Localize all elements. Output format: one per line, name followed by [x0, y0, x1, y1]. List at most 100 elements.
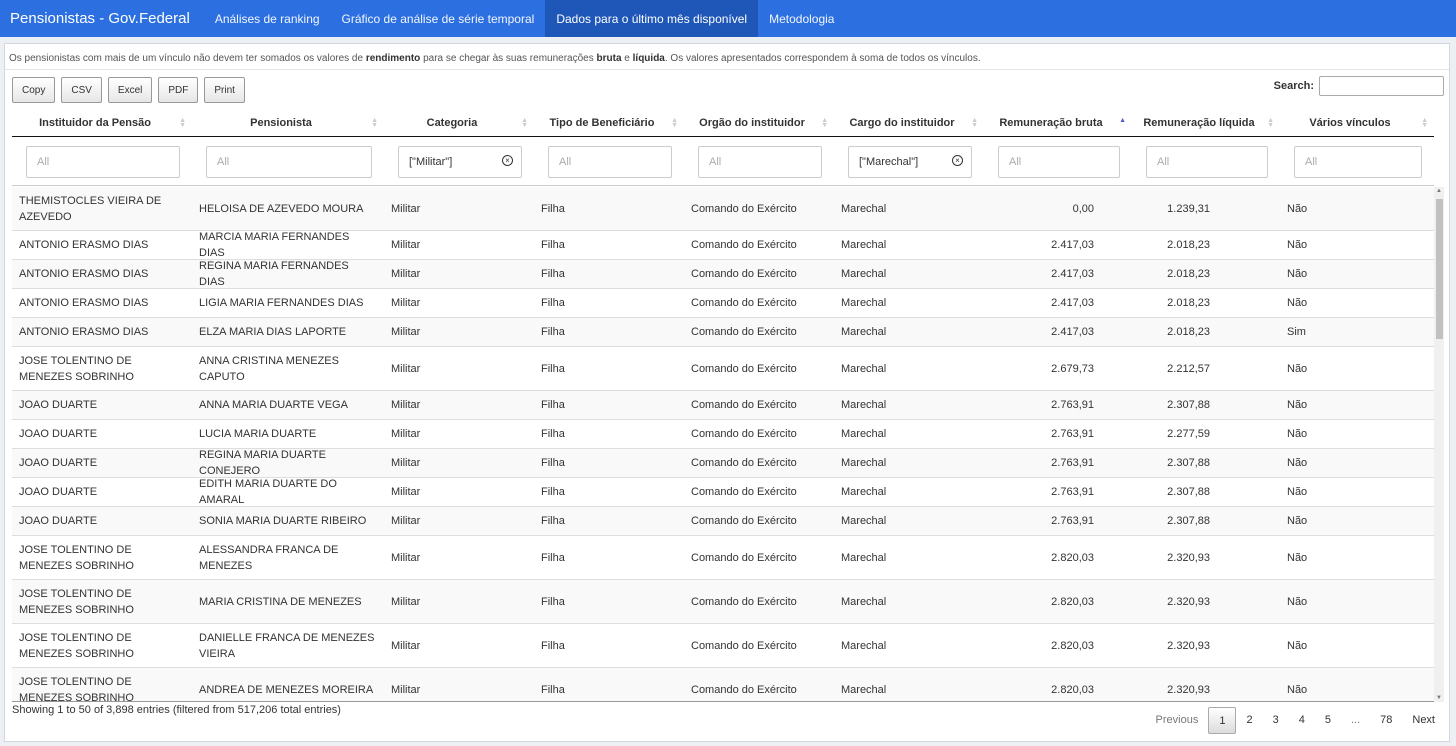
page-button[interactable]: 78: [1370, 707, 1402, 734]
search-box: Search:: [1274, 76, 1444, 96]
table-row[interactable]: ANTONIO ERASMO DIAS ELZA MARIA DIAS LAPOR…: [12, 318, 1434, 347]
cell-remuneracao-liquida: 2.018,23: [1167, 268, 1210, 280]
table-row[interactable]: JOAO DUARTE LUCIA MARIA DUARTE Militar Filh…: [12, 420, 1434, 449]
export-buttons: Copy CSV Excel PDF Print: [12, 77, 245, 103]
pdf-button[interactable]: PDF: [158, 77, 199, 103]
column-header-cargo[interactable]: Cargo do instituidor ▲ ▼: [834, 110, 984, 136]
cell-categoria: Militar: [391, 326, 421, 338]
cell-orgao: Comando do Exército: [691, 297, 797, 309]
cell-cargo: Marechal: [841, 515, 887, 527]
table-body[interactable]: THEMISTOCLES VIEIRA DE AZEVEDO HELOISA DE…: [12, 187, 1434, 702]
cell-tipo-beneficiario: Filha: [541, 268, 565, 280]
filter-input-remuneracao-bruta[interactable]: All: [998, 146, 1120, 178]
table-row[interactable]: JOAO DUARTE ANNA MARIA DUARTE VEGA Militar…: [12, 391, 1434, 420]
cell-remuneracao-bruta: 2.763,91: [1051, 457, 1094, 469]
table-row[interactable]: JOSE TOLENTINO DE MENEZES SOBRINHO ANNA C…: [12, 347, 1434, 391]
sort-icon[interactable]: ▲ ▼: [1267, 117, 1274, 129]
column-header-pensionista[interactable]: Pensionista ▲ ▼: [192, 110, 384, 136]
sort-icon[interactable]: ▲ ▼: [671, 117, 678, 129]
cell-cargo: Marechal: [841, 239, 887, 251]
next-page-button[interactable]: Next: [1402, 707, 1445, 734]
filter-input-varios-vinculos[interactable]: All: [1294, 146, 1422, 178]
column-header-label: Remuneração líquida: [1143, 117, 1255, 129]
cell-instituidor: JOSE TOLENTINO DE MENEZES SOBRINHO: [19, 675, 134, 702]
table-row[interactable]: ANTONIO ERASMO DIAS LIGIA MARIA FERNANDES…: [12, 289, 1434, 318]
cell-categoria: Militar: [391, 362, 421, 375]
filter-input-cargo[interactable]: ["Marechal"] ×: [848, 146, 972, 178]
tab-grafico-serie-temporal[interactable]: Gráfico de análise de série temporal: [331, 0, 546, 37]
table-row[interactable]: JOAO DUARTE SONIA MARIA DUARTE RIBEIRO Mil…: [12, 507, 1434, 536]
scroll-thumb[interactable]: [1436, 199, 1443, 339]
table-row[interactable]: ANTONIO ERASMO DIAS MARCIA MARIA FERNANDE…: [12, 231, 1434, 260]
column-header-varios-vinculos[interactable]: Vários vínculos ▲ ▼: [1280, 110, 1434, 136]
cell-instituidor: JOSE TOLENTINO DE MENEZES SOBRINHO: [19, 631, 134, 660]
cell-orgao: Comando do Exército: [691, 326, 797, 338]
clear-filter-icon[interactable]: ×: [502, 155, 513, 166]
table-scrollbar[interactable]: ▲ ▼: [1434, 187, 1444, 702]
filter-input-remuneracao-liquida[interactable]: All: [1146, 146, 1268, 178]
app-title[interactable]: Pensionistas - Gov.Federal: [0, 0, 204, 37]
column-header-instituidor[interactable]: Instituidor da Pensão ▲ ▼: [12, 110, 192, 136]
table-row[interactable]: THEMISTOCLES VIEIRA DE AZEVEDO HELOISA DE…: [12, 187, 1434, 231]
cell-pensionista: LIGIA MARIA FERNANDES DIAS: [199, 297, 364, 309]
cell-categoria: Militar: [391, 595, 421, 608]
tab-dados-ultimo-mes[interactable]: Dados para o último mês disponível: [545, 0, 759, 37]
table-row[interactable]: ANTONIO ERASMO DIAS REGINA MARIA FERNANDE…: [12, 260, 1434, 289]
filter-input-categoria[interactable]: ["Militar"] ×: [398, 146, 522, 178]
previous-page-button[interactable]: Previous: [1146, 707, 1209, 734]
page-button[interactable]: 5: [1315, 707, 1341, 734]
page-button[interactable]: 2: [1236, 707, 1262, 734]
note-text: Os pensionistas com mais de um vínculo n…: [9, 53, 366, 64]
column-header-label: Tipo de Beneficiário: [549, 117, 655, 129]
filter-input-tipo-beneficiario[interactable]: All: [548, 146, 672, 178]
filter-input-orgao[interactable]: All: [698, 146, 822, 178]
cell-varios-vinculos: Não: [1287, 428, 1308, 440]
table-row[interactable]: JOSE TOLENTINO DE MENEZES SOBRINHO ANDREA…: [12, 668, 1434, 702]
column-header-remuneracao-bruta[interactable]: Remuneração bruta ▲: [984, 110, 1132, 136]
tab-metodologia[interactable]: Metodologia: [758, 0, 845, 37]
column-filters: All All ["Militar"] × All All ["Marechal"] × All…: [12, 137, 1434, 186]
column-header-remuneracao-liquida[interactable]: Remuneração líquida ▲ ▼: [1132, 110, 1280, 136]
table-row[interactable]: JOAO DUARTE EDITH MARIA DUARTE DO AMARAL M…: [12, 478, 1434, 507]
sort-icon[interactable]: ▲ ▼: [521, 117, 528, 129]
tab-analises-ranking[interactable]: Análises de ranking: [204, 0, 331, 37]
sort-icon[interactable]: ▲ ▼: [179, 117, 186, 129]
sort-icon[interactable]: ▲ ▼: [1421, 117, 1428, 129]
sort-icon[interactable]: ▲ ▼: [971, 117, 978, 129]
cell-categoria: Militar: [391, 551, 421, 564]
cell-remuneracao-bruta: 2.417,03: [1051, 326, 1094, 338]
cell-instituidor: JOAO DUARTE: [19, 428, 98, 440]
column-header-orgao[interactable]: Orgão do instituidor ▲ ▼: [684, 110, 834, 136]
note-text: e: [621, 53, 633, 64]
search-input[interactable]: [1319, 76, 1444, 96]
page-button[interactable]: 1: [1208, 707, 1237, 734]
cell-cargo: Marechal: [841, 457, 887, 469]
sort-icon[interactable]: ▲ ▼: [821, 117, 828, 129]
page-button[interactable]: 4: [1289, 707, 1315, 734]
sort-icon[interactable]: ▲: [1119, 117, 1126, 124]
sort-icon[interactable]: ▲ ▼: [371, 117, 378, 129]
scroll-up-icon[interactable]: ▲: [1436, 188, 1442, 194]
table-row[interactable]: JOSE TOLENTINO DE MENEZES SOBRINHO ALESSA…: [12, 536, 1434, 580]
filter-input-instituidor[interactable]: All: [26, 146, 180, 178]
excel-button[interactable]: Excel: [107, 77, 153, 103]
table-row[interactable]: JOSE TOLENTINO DE MENEZES SOBRINHO DANIEL…: [12, 624, 1434, 668]
clear-filter-icon[interactable]: ×: [952, 155, 963, 166]
pagination-ellipsis: ...: [1350, 714, 1361, 726]
scroll-down-icon[interactable]: ▼: [1436, 695, 1442, 701]
data-panel: Os pensionistas com mais de um vínculo n…: [4, 43, 1450, 742]
column-header-tipo-beneficiario[interactable]: Tipo de Beneficiário ▲ ▼: [534, 110, 684, 136]
column-header-categoria[interactable]: Categoria ▲ ▼: [384, 110, 534, 136]
page-button[interactable]: 3: [1263, 707, 1289, 734]
cell-instituidor: JOAO DUARTE: [19, 486, 98, 498]
filter-input-pensionista[interactable]: All: [206, 146, 372, 178]
cell-varios-vinculos: Não: [1287, 457, 1308, 469]
table-row[interactable]: JOSE TOLENTINO DE MENEZES SOBRINHO MARIA …: [12, 580, 1434, 624]
table-row[interactable]: JOAO DUARTE REGINA MARIA DUARTE CONEJERO M…: [12, 449, 1434, 478]
table-header: Instituidor da Pensão ▲ ▼ Pensionista ▲ ▼ Cate…: [12, 110, 1434, 137]
csv-button[interactable]: CSV: [61, 77, 102, 103]
copy-button[interactable]: Copy: [12, 77, 56, 103]
filter-value: All: [559, 156, 572, 168]
print-button[interactable]: Print: [204, 77, 245, 103]
cell-remuneracao-liquida: 2.320,93: [1167, 683, 1210, 696]
